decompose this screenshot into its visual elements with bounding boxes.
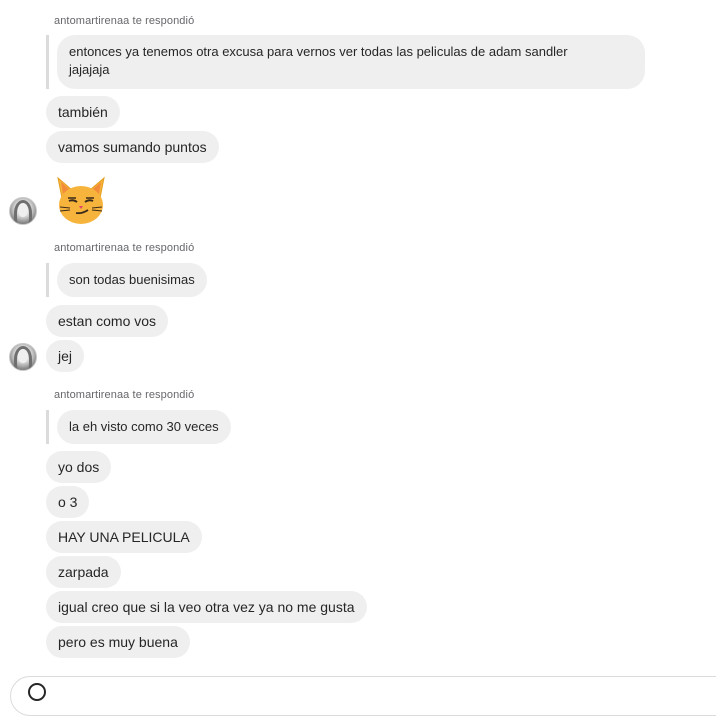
avatar-face bbox=[18, 203, 28, 217]
avatar-face bbox=[18, 349, 28, 363]
emoji-icon[interactable] bbox=[28, 683, 46, 701]
reply-label: antomartirenaa te respondió bbox=[54, 389, 195, 401]
quoted-reply[interactable]: la eh visto como 30 veces bbox=[46, 410, 231, 444]
message-input-bar[interactable] bbox=[10, 676, 716, 716]
chat-thread: antomartirenaa te respondió entonces ya … bbox=[0, 0, 716, 716]
message-bubble[interactable]: HAY UNA PELICULA bbox=[46, 521, 202, 553]
message-bubble[interactable]: pero es muy buena bbox=[46, 626, 190, 658]
message-bubble[interactable]: igual creo que si la veo otra vez ya no … bbox=[46, 591, 367, 623]
message-bubble[interactable]: también bbox=[46, 96, 120, 128]
message-bubble[interactable]: jej bbox=[46, 340, 85, 372]
message-bubble[interactable]: o 3 bbox=[46, 486, 90, 518]
message-bubble[interactable]: zarpada bbox=[46, 556, 121, 588]
reply-label: antomartirenaa te respondió bbox=[54, 242, 195, 254]
cat-face bbox=[59, 186, 103, 224]
quoted-reply[interactable]: son todas buenisimas bbox=[46, 263, 207, 297]
contact-avatar[interactable] bbox=[9, 343, 37, 371]
reply-label: antomartirenaa te respondió bbox=[54, 15, 195, 27]
message-bubble[interactable]: yo dos bbox=[46, 451, 112, 483]
message-bubble[interactable]: vamos sumando puntos bbox=[46, 131, 219, 163]
quoted-message: la eh visto como 30 veces bbox=[57, 410, 231, 444]
quoted-message: son todas buenisimas bbox=[57, 263, 207, 297]
smirking-cat-emoji[interactable] bbox=[54, 176, 108, 226]
quoted-message: entonces ya tenemos otra excusa para ver… bbox=[57, 35, 645, 89]
message-bubble[interactable]: estan como vos bbox=[46, 305, 169, 337]
contact-avatar[interactable] bbox=[9, 197, 37, 225]
quoted-reply[interactable]: entonces ya tenemos otra excusa para ver… bbox=[46, 35, 645, 89]
